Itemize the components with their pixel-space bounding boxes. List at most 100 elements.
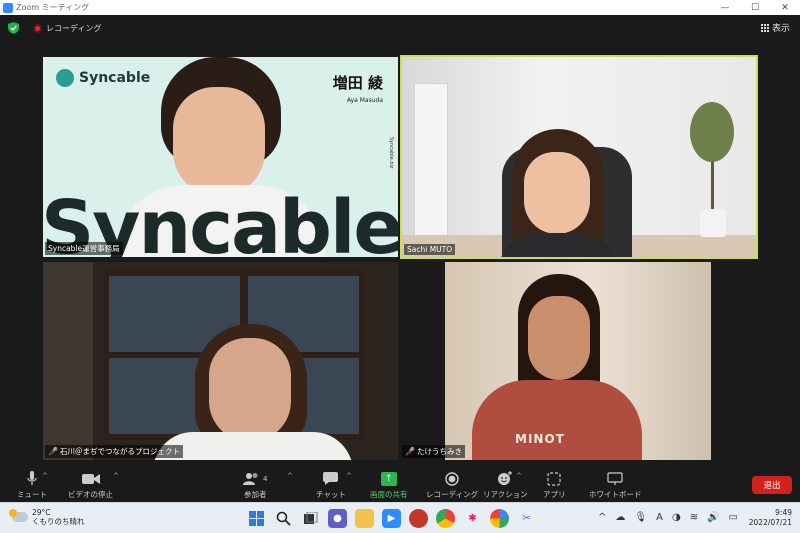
view-button[interactable]: 表示 <box>760 21 790 34</box>
reactions-options-chevron-icon[interactable]: ^ <box>516 472 522 480</box>
ime-indicator[interactable]: A <box>656 512 663 523</box>
participant-face <box>173 87 265 197</box>
file-explorer-icon[interactable] <box>355 509 374 528</box>
chat-button[interactable]: チャット <box>316 470 346 500</box>
volume-icon[interactable]: 🔊 <box>707 512 719 523</box>
apps-icon <box>547 470 561 487</box>
stop-video-button[interactable]: ビデオの停止 <box>68 470 113 500</box>
plant-pot <box>700 209 726 237</box>
video-tile-ishikawa[interactable]: 🎤̸ 石川＠まぢでつながるプロジェクト <box>43 262 398 460</box>
chrome-icon[interactable] <box>436 509 455 528</box>
syncable-mark-icon <box>56 69 74 87</box>
participant-name: Syncable運営事務局 <box>48 244 120 253</box>
participant-name-label: 🎤̸ 石川＠まぢでつながるプロジェクト <box>45 445 183 458</box>
leave-meeting-button[interactable]: 退出 <box>752 476 792 494</box>
participant-body <box>153 432 353 460</box>
mute-label: ミュート <box>17 490 47 499</box>
window-title-bar: Zoom ミーティング — ☐ ✕ <box>0 0 800 15</box>
participant-face <box>528 296 590 380</box>
taskbar-clock[interactable]: 9:49 2022/07/21 <box>749 508 792 528</box>
grid-view-icon <box>760 23 769 32</box>
apps-label: アプリ <box>543 490 566 499</box>
video-tile-syncable[interactable]: Syncable 増田 綾 Aya Masuda Syncable.biz Sy… <box>43 57 398 257</box>
zoom-app-icon[interactable]: ▶ <box>382 509 401 528</box>
mic-muted-icon: 🎤̸ <box>48 447 58 456</box>
view-label: 表示 <box>771 24 790 34</box>
window-controls: — ☐ ✕ <box>710 0 800 15</box>
system-tray: ^ ☁ 🎙 A ◑ ≋ 🔊 ▭ <box>598 512 738 523</box>
weather-description: くもりのち晴れ <box>32 517 85 526</box>
share-screen-button[interactable]: ↑ 画面の共有 <box>370 470 408 500</box>
task-view-icon[interactable] <box>301 509 320 528</box>
close-button[interactable]: ✕ <box>770 0 800 15</box>
teams-chat-icon[interactable]: ● <box>328 509 347 528</box>
weather-widget[interactable]: 29°C くもりのち晴れ <box>9 508 85 526</box>
minimize-button[interactable]: — <box>710 0 740 15</box>
record-label: レコーディング <box>426 490 478 499</box>
plant-leaves <box>690 102 734 162</box>
syncable-url: Syncable.biz <box>388 137 394 169</box>
record-icon <box>445 470 459 487</box>
participant-name: 石川＠まぢでつながるプロジェクト <box>59 447 180 456</box>
slack-icon[interactable]: ✱ <box>463 509 482 528</box>
whiteboard-button[interactable]: ホワイトボード <box>589 470 642 500</box>
participant-face <box>209 338 291 442</box>
chat-label: チャット <box>316 490 346 499</box>
taskbar-apps: ● ▶ ✱ ✂ <box>247 509 536 528</box>
battery-icon[interactable]: ▭ <box>729 512 738 523</box>
chevron-up-icon[interactable]: ^ <box>598 512 606 523</box>
search-icon[interactable] <box>274 509 293 528</box>
windows-taskbar: 29°C くもりのち晴れ ● ▶ ✱ ✂ ^ ☁ 🎙 A ◑ ≋ 🔊 ▭ 9:4… <box>0 502 800 533</box>
start-button[interactable] <box>247 509 266 528</box>
recording-dot-icon <box>33 23 42 33</box>
microphone-tray-icon[interactable]: 🎙 <box>634 512 647 523</box>
weather-temperature: 29°C <box>32 508 51 517</box>
maximize-button[interactable]: ☐ <box>740 0 770 15</box>
audio-options-chevron-icon[interactable]: ^ <box>42 472 48 480</box>
speaker-name-jp: 増田 綾 <box>332 74 383 92</box>
chrome-profile-icon[interactable] <box>490 509 509 528</box>
participants-icon: 4 <box>243 470 267 487</box>
clock-date: 2022/07/21 <box>748 518 792 527</box>
onedrive-cloud-icon[interactable]: ☁ <box>615 512 625 523</box>
chat-bubble-icon <box>323 470 339 487</box>
syncable-logo-text: Syncable <box>79 70 151 86</box>
zoom-logo-icon <box>3 2 13 13</box>
video-camera-icon <box>81 470 100 487</box>
record-button[interactable]: レコーディング <box>426 470 478 500</box>
video-tile-sachi-muto[interactable]: Sachi MUTO <box>400 55 758 259</box>
smiley-plus-icon <box>497 470 513 487</box>
background-curtain <box>43 262 93 460</box>
participant-face <box>524 152 590 234</box>
video-tile-takeuchi[interactable]: MINOT 🎤̸ たけうちみき <box>400 262 758 460</box>
participants-label: 参加者 <box>243 490 267 499</box>
meeting-top-bar: レコーディング 表示 <box>0 15 800 41</box>
apps-button[interactable]: アプリ <box>543 470 566 500</box>
video-options-chevron-icon[interactable]: ^ <box>113 472 119 480</box>
reaction-label: リアクション <box>483 490 528 499</box>
shirt-text: MINOT <box>515 432 565 446</box>
partly-cloudy-icon <box>9 509 28 522</box>
clock-time: 9:49 <box>775 508 792 517</box>
participant-body <box>472 380 642 460</box>
participants-button[interactable]: 4 参加者 <box>243 470 267 500</box>
recording-indicator[interactable]: レコーディング <box>33 23 101 34</box>
security-shield-icon[interactable] <box>8 22 19 34</box>
background-door <box>414 83 448 257</box>
plant-stem <box>711 157 714 217</box>
share-label: 画面の共有 <box>370 490 408 499</box>
participant-name-label: Sachi MUTO <box>404 244 456 255</box>
meeting-toolbar: ミュート ^ ビデオの停止 ^ 4 参加者 ^ チャット ^ ↑ 画面の共有 レ… <box>0 466 800 502</box>
browser-icon[interactable] <box>409 509 428 528</box>
speaker-name-en: Aya Masuda <box>346 97 383 104</box>
ime-mode-icon[interactable]: ◑ <box>672 512 681 523</box>
microphone-icon <box>27 470 37 487</box>
wifi-icon[interactable]: ≋ <box>690 512 698 523</box>
participants-options-chevron-icon[interactable]: ^ <box>287 472 293 480</box>
zoom-meeting-screen: Zoom ミーティング — ☐ ✕ レコーディング 表示 Syncable 増田 <box>0 0 800 533</box>
window-title: Zoom ミーティング <box>16 3 90 12</box>
syncable-logo: Syncable <box>56 69 150 87</box>
chat-options-chevron-icon[interactable]: ^ <box>346 472 352 480</box>
recording-label: レコーディング <box>46 23 102 33</box>
snipping-tool-icon[interactable]: ✂ <box>517 509 536 528</box>
